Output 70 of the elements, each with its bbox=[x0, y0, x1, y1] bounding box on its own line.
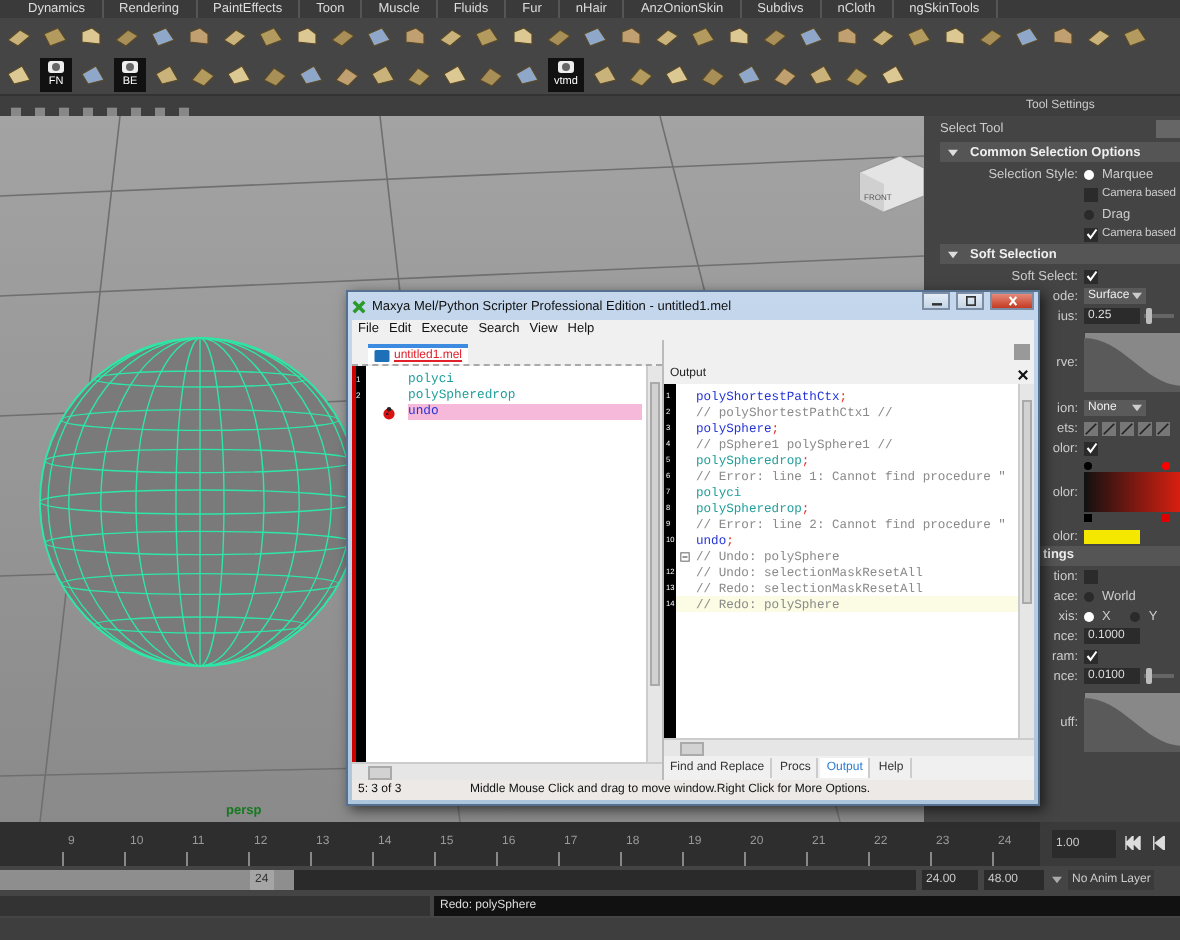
checkbox[interactable] bbox=[1084, 227, 1098, 241]
shelf-tool-icon[interactable] bbox=[472, 22, 502, 52]
slider-thumb[interactable] bbox=[1145, 308, 1152, 324]
step-back-icon[interactable] bbox=[1150, 836, 1168, 850]
shelf-tool-icon[interactable] bbox=[1012, 22, 1042, 52]
checkbox[interactable] bbox=[1084, 649, 1098, 663]
shelf-tool-icon[interactable] bbox=[78, 60, 108, 90]
radio-button[interactable] bbox=[1084, 209, 1094, 219]
maximize-icon bbox=[963, 296, 977, 306]
scrollbar[interactable] bbox=[352, 762, 662, 780]
maximize-button[interactable] bbox=[956, 292, 984, 310]
shelf-tool-icon[interactable] bbox=[152, 60, 182, 90]
toggle-button[interactable] bbox=[1014, 344, 1030, 360]
checkbox[interactable] bbox=[1084, 441, 1098, 455]
curve-preset-icon[interactable] bbox=[1102, 421, 1116, 435]
radio-button[interactable] bbox=[1084, 611, 1094, 621]
caret-icon bbox=[1132, 404, 1142, 412]
close-icon bbox=[1005, 296, 1019, 306]
shelf-tool-icon[interactable] bbox=[364, 22, 394, 52]
radio-button[interactable] bbox=[1130, 611, 1141, 621]
shelf-tool-icon[interactable] bbox=[688, 22, 718, 52]
expand-triangle-icon bbox=[948, 147, 958, 157]
shelf-tool-icon bbox=[118, 58, 142, 76]
color-swatch[interactable] bbox=[1084, 529, 1140, 543]
skip-to-start-icon[interactable] bbox=[1124, 836, 1142, 850]
shelf-tool-icon[interactable] bbox=[368, 60, 398, 90]
shelf-tool-icon[interactable] bbox=[512, 60, 542, 90]
ladybug-icon[interactable] bbox=[382, 405, 396, 419]
script-editor-dialog[interactable] bbox=[346, 290, 1040, 806]
caret-icon bbox=[1132, 292, 1142, 300]
shelf-tool-icon[interactable] bbox=[224, 60, 254, 90]
shelf-tool-icon[interactable] bbox=[40, 22, 70, 52]
checkbox[interactable] bbox=[1084, 269, 1098, 283]
collapse-icon[interactable] bbox=[680, 551, 690, 561]
shelf-tool-icon[interactable] bbox=[440, 60, 470, 90]
radio-button[interactable] bbox=[1084, 591, 1094, 601]
shelf-tool-icon bbox=[44, 58, 68, 76]
scrollbar[interactable] bbox=[664, 738, 1034, 756]
checkbox[interactable] bbox=[1084, 569, 1098, 583]
curve-preset-icon[interactable] bbox=[1156, 421, 1170, 435]
shelf-tool-icon[interactable] bbox=[580, 22, 610, 52]
scrollbar[interactable] bbox=[1018, 384, 1034, 738]
shelf-tool-icon bbox=[554, 58, 578, 76]
shelf-tool-icon[interactable] bbox=[4, 60, 34, 90]
expand-triangle-icon bbox=[948, 249, 958, 259]
caret-icon[interactable] bbox=[1052, 876, 1062, 884]
shelf-tool-icon[interactable] bbox=[296, 60, 326, 90]
minimize-button[interactable] bbox=[922, 292, 950, 310]
file-icon bbox=[374, 350, 390, 362]
shelf-tool-icon[interactable] bbox=[904, 22, 934, 52]
shelf-tool-icon[interactable] bbox=[878, 60, 908, 90]
checkbox[interactable] bbox=[1084, 187, 1098, 201]
slider-thumb[interactable] bbox=[1145, 668, 1152, 684]
shelf-tool-icon[interactable] bbox=[796, 22, 826, 52]
shelf-tool-icon[interactable] bbox=[806, 60, 836, 90]
curve-preset-icon[interactable] bbox=[1138, 421, 1152, 435]
app-icon bbox=[352, 299, 366, 313]
close-icon[interactable] bbox=[1018, 369, 1028, 379]
shelf-tool-icon[interactable] bbox=[662, 60, 692, 90]
shelf-tool-icon[interactable] bbox=[734, 60, 764, 90]
shelf-tool-icon[interactable] bbox=[148, 22, 178, 52]
curve-preset-icon[interactable] bbox=[1120, 421, 1134, 435]
color-ramp-drawing[interactable] bbox=[1084, 462, 1180, 522]
curve-preset-icon[interactable] bbox=[1084, 421, 1098, 435]
scrollbar[interactable] bbox=[646, 366, 662, 762]
shelf-tool-icon[interactable] bbox=[1120, 22, 1150, 52]
shelf-tool-icon[interactable] bbox=[256, 22, 286, 52]
radio-button[interactable] bbox=[1084, 169, 1094, 179]
shelf-tool-icon[interactable] bbox=[590, 60, 620, 90]
close-button[interactable] bbox=[990, 292, 1034, 310]
